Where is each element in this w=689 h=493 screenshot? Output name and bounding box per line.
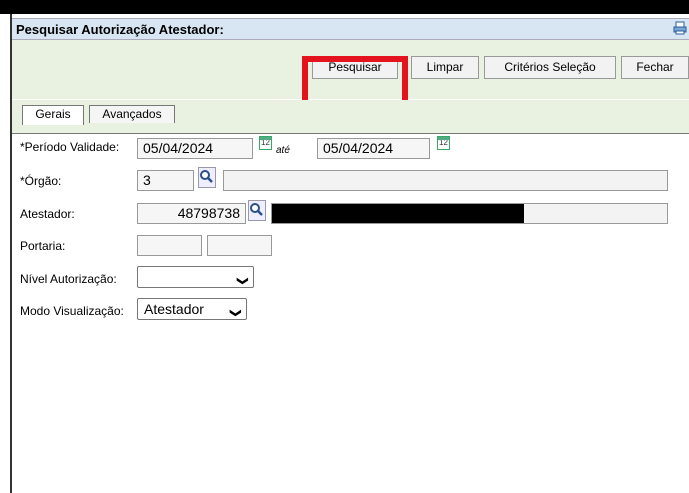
portaria-input-1[interactable] (137, 235, 202, 256)
chevron-down-icon: ❯ (236, 276, 249, 286)
left-margin (0, 14, 10, 493)
orgao-codigo-input[interactable]: 3 (137, 170, 194, 191)
ate-label: até (276, 145, 290, 156)
title-bar: Pesquisar Autorização Atestador: (12, 18, 689, 40)
periodo-fim-input[interactable]: 05/04/2024 (317, 138, 430, 159)
periodo-validade-label: *Período Validade: (20, 140, 120, 154)
highlight-box (302, 56, 408, 106)
calendar-icon[interactable]: 12 (259, 136, 272, 150)
atestador-codigo-input[interactable]: 48798738 (137, 203, 246, 224)
portaria-label: Portaria: (20, 239, 66, 253)
modo-visualizacao-select[interactable]: Atestador ❯ (137, 298, 247, 320)
calendar-icon[interactable]: 12 (437, 136, 450, 150)
fechar-button[interactable]: Fechar (621, 56, 689, 79)
chevron-down-icon: ❯ (229, 308, 242, 318)
toolbar: Pesquisar Limpar Critérios Seleção Fecha… (12, 40, 689, 106)
limpar-button[interactable]: Limpar (411, 56, 479, 79)
form-window: Pesquisar Autorização Atestador: Pesquis… (10, 14, 689, 493)
periodo-inicio-input[interactable]: 05/04/2024 (137, 138, 253, 159)
criterios-selecao-button[interactable]: Critérios Seleção (484, 56, 616, 79)
top-black-bar (0, 0, 689, 14)
print-icon[interactable] (673, 21, 687, 35)
magnifier-icon[interactable] (248, 200, 266, 221)
magnifier-icon[interactable] (198, 167, 216, 188)
redacted-block (272, 204, 524, 223)
nivel-autorizacao-label: Nível Autorização: (20, 272, 117, 286)
atestador-nome-field (271, 203, 668, 224)
portaria-input-2[interactable] (207, 235, 272, 256)
orgao-label: *Órgão: (20, 174, 62, 188)
modo-visualizacao-value: Atestador (144, 301, 204, 317)
orgao-nome-field (223, 170, 668, 191)
tab-strip: Gerais Avançados (12, 100, 689, 134)
tab-avancados[interactable]: Avançados (89, 105, 175, 123)
tab-gerais[interactable]: Gerais (22, 105, 84, 125)
atestador-label: Atestador: (20, 207, 75, 221)
nivel-autorizacao-select[interactable]: ❯ (137, 266, 254, 288)
modo-visualizacao-label: Modo Visualização: (20, 304, 124, 318)
page-title: Pesquisar Autorização Atestador: (16, 22, 224, 37)
